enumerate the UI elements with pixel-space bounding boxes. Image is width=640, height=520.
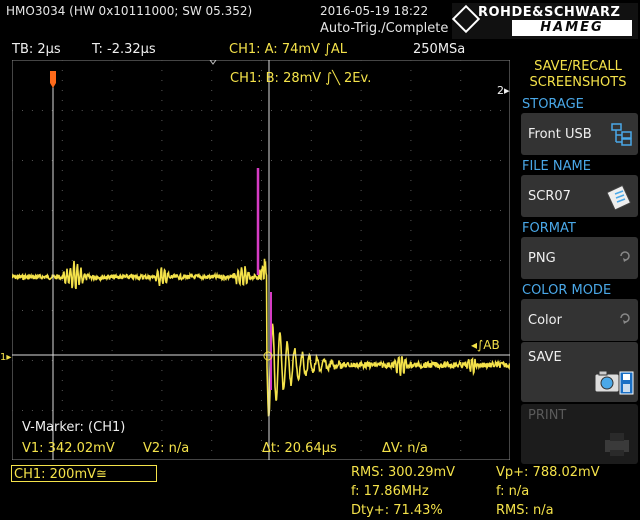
brand-subname: HAMEG: [512, 20, 632, 36]
rotate-knob-icon: [620, 251, 630, 262]
edit-file-icon: [607, 184, 632, 210]
v2-readout: V2: n/a: [143, 441, 190, 456]
save-button[interactable]: SAVE: [521, 342, 638, 402]
rs-emblem-icon: [451, 4, 481, 34]
file-name-button[interactable]: SCR07: [521, 175, 638, 217]
print-button[interactable]: PRINT: [521, 404, 638, 464]
menu-title-line2: SCREENSHOTS: [529, 75, 627, 90]
print-label: PRINT: [528, 408, 567, 423]
format-button[interactable]: PNG: [521, 237, 638, 279]
acquisition-status: Auto-Trig./Complete: [320, 21, 449, 36]
storage-button[interactable]: Front USB: [521, 113, 638, 155]
rms-measurement: RMS: 300.29mV: [351, 465, 456, 480]
sample-rate: 250MSa: [413, 42, 466, 57]
brand-name: ROHDE&SCHWARZ: [478, 5, 621, 20]
color-mode-label: COLOR MODE: [522, 283, 612, 298]
marker-flag-icon[interactable]: [50, 71, 56, 83]
storage-label: STORAGE: [522, 97, 584, 112]
ref-marker: 2▸: [497, 84, 510, 97]
ch1-trigger-b[interactable]: CH1: B: 28mV ∫╲ 2Ev.: [230, 71, 371, 86]
waveform-display[interactable]: [12, 60, 510, 460]
timebase[interactable]: TB: 2µs: [12, 42, 61, 57]
storage-value: Front USB: [528, 127, 592, 142]
dt-readout: Δt: 20.64µs: [262, 441, 337, 456]
ch1-level-marker: 1▸: [0, 352, 12, 363]
freq2-measurement: f: n/a: [496, 484, 530, 499]
trigger-time[interactable]: T: -2.32µs: [92, 42, 156, 57]
freq-measurement: f: 17.86MHz: [351, 484, 429, 499]
format-value: PNG: [528, 251, 556, 266]
datetime: 2016-05-19 18:22: [320, 4, 429, 18]
rms2-measurement: RMS: n/a: [496, 503, 554, 518]
vp-measurement: Vp+: 788.02mV: [496, 465, 600, 480]
trigger-level-label: ◂∫AB: [471, 338, 500, 352]
format-label: FORMAT: [522, 221, 576, 236]
ch1-trigger-a[interactable]: CH1: A: 74mV ∫AL: [229, 42, 347, 57]
camera-save-icon: [594, 370, 634, 395]
rotate-knob-icon: [620, 313, 630, 324]
save-label: SAVE: [528, 350, 562, 365]
color-mode-button[interactable]: Color: [521, 299, 638, 341]
folder-tree-icon: [611, 123, 632, 146]
color-mode-value: Color: [528, 313, 562, 328]
model-info: HMO3034 (HW 0x10111000; SW 05.352): [6, 4, 253, 18]
printer-icon: [605, 433, 629, 456]
file-name-label: FILE NAME: [522, 159, 591, 174]
menu-title-line1: SAVE/RECALL: [534, 59, 622, 74]
file-name-value: SCR07: [528, 189, 571, 204]
v1-readout: V1: 342.02mV: [22, 441, 115, 456]
v-marker-title: V-Marker: (CH1): [22, 420, 126, 435]
ch1-setting-box[interactable]: CH1: 200mV≅: [11, 465, 157, 482]
dv-readout: ΔV: n/a: [382, 441, 428, 456]
duty-measurement: Dty+: 71.43%: [351, 503, 443, 518]
brand-logo: ROHDE&SCHWARZ HAMEG: [451, 3, 638, 39]
